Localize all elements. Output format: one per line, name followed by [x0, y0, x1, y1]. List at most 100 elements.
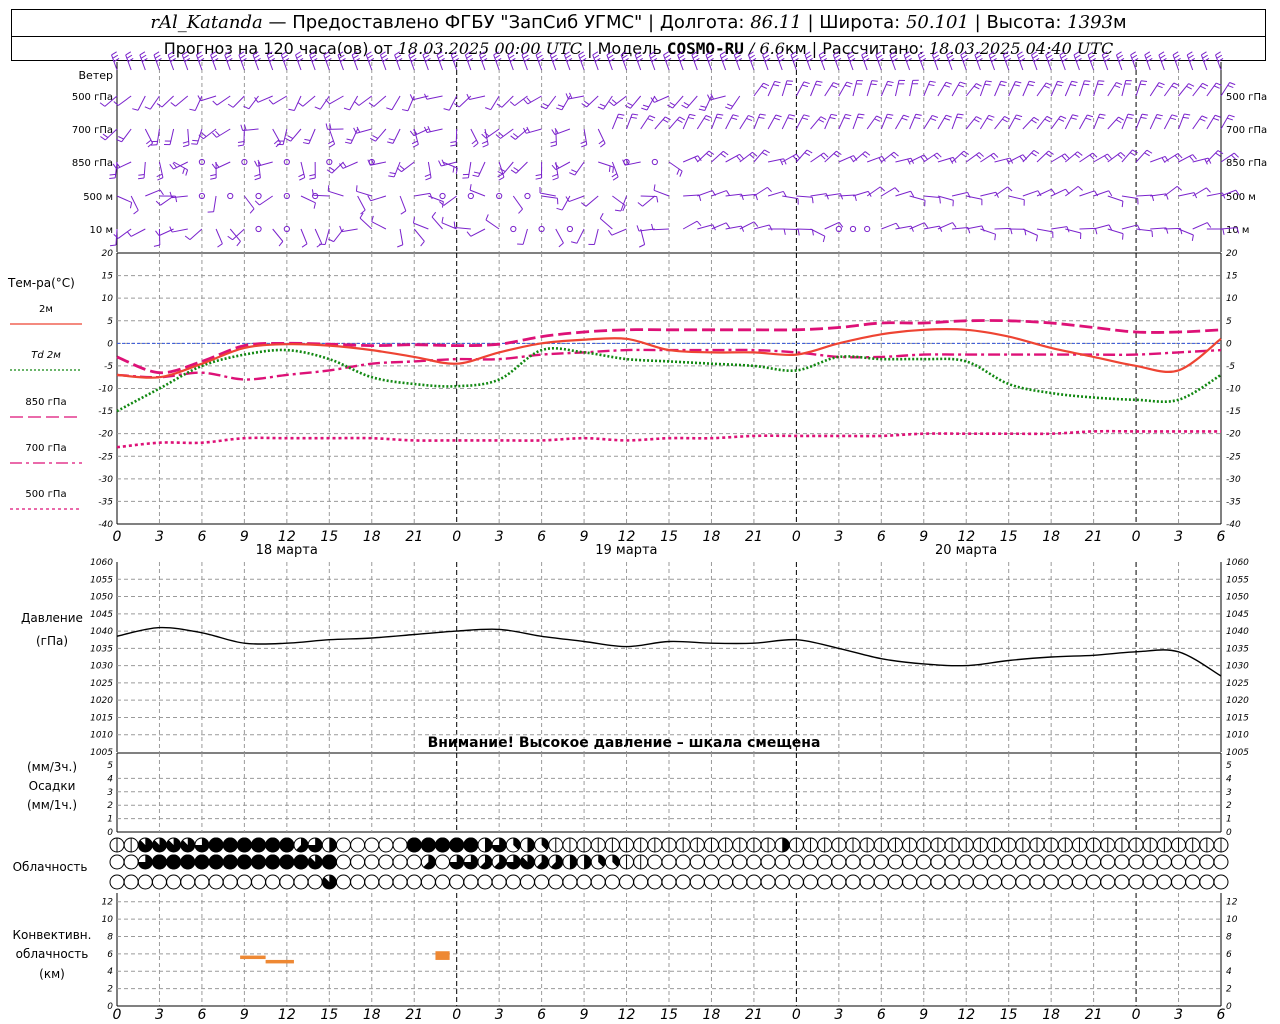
wind-barb-shaft — [1079, 114, 1088, 130]
temp-xtick-label: 3 — [155, 529, 164, 545]
cloud-symbol — [222, 874, 238, 890]
wind-barb-feather — [1156, 85, 1163, 89]
wind-calm-mark — [255, 225, 262, 233]
wind-barb-shaft — [243, 128, 245, 146]
cloud-symbol — [534, 837, 550, 853]
wind-barb-feather — [323, 51, 330, 56]
wind-barb-feather — [436, 51, 443, 56]
temp-ytick-right: -35 — [1226, 497, 1241, 507]
wind-barb-feather — [126, 231, 132, 237]
wind-barb — [1107, 116, 1124, 130]
cloud-symbol-circle — [958, 874, 974, 890]
cloud-symbol — [1001, 874, 1017, 890]
wind-barb-feather — [1213, 117, 1220, 121]
wind-barb-feather — [990, 54, 996, 59]
wind-barb-shaft — [1079, 190, 1095, 197]
temp-ytick-right: -5 — [1226, 362, 1235, 372]
wind-barb — [1149, 113, 1163, 130]
wind-calm-mark — [524, 192, 531, 200]
cloud-symbol — [944, 874, 960, 890]
wind-barb-feather — [608, 101, 615, 107]
wind-barb-feather — [1031, 51, 1037, 56]
cloud-symbol-fill — [251, 837, 267, 853]
wind-barb-shaft — [1192, 115, 1203, 130]
cloud-symbol — [590, 837, 606, 853]
cloud-symbol — [987, 837, 1003, 853]
cloud-symbol — [335, 854, 351, 870]
cloud-symbol — [873, 837, 889, 853]
cloud-symbol-circle — [1156, 854, 1172, 870]
cloud-symbol — [746, 874, 762, 890]
wind-barb-feather — [1176, 186, 1183, 191]
wind-barb-feather — [1188, 83, 1195, 87]
wind-barb-feather — [1114, 84, 1121, 89]
wind-barb — [1121, 79, 1132, 97]
wind-barb-feather — [639, 244, 645, 248]
wind-barb-feather — [450, 140, 457, 144]
wind-barb — [682, 113, 696, 130]
wind-barb-feather — [1171, 85, 1178, 89]
wind-barb-shaft — [187, 128, 190, 145]
wind-barb — [173, 161, 189, 176]
wind-barb-feather — [410, 57, 417, 63]
wind-barb-shaft — [485, 219, 500, 230]
wind-barb — [711, 222, 731, 230]
wind-barb-feather — [886, 84, 893, 87]
cloud-symbol — [831, 874, 847, 890]
bottom-xtick-label: 0 — [452, 1007, 461, 1023]
wind-barb — [620, 51, 629, 71]
cloud-symbol — [803, 837, 819, 853]
wind-barb-feather — [1202, 54, 1208, 59]
wind-calm-mark — [566, 225, 574, 233]
wind-barb-feather — [901, 117, 908, 121]
pressure-ytick-left: 1040 — [90, 627, 113, 637]
wind-barb-feather — [649, 51, 655, 56]
wind-barb — [810, 116, 827, 130]
wind-barb-feather — [876, 115, 883, 119]
cloud-symbol-circle — [576, 874, 592, 890]
wind-barb-feather — [786, 80, 793, 82]
wind-barb-shaft — [1050, 188, 1066, 197]
cloud-symbol — [1029, 837, 1045, 853]
wind-barb-feather — [801, 117, 809, 121]
cloud-symbol-circle — [562, 874, 578, 890]
cloud-symbol — [1171, 854, 1187, 870]
wind-barb-feather — [864, 151, 871, 156]
wind-barb-shaft — [1121, 149, 1133, 163]
wind-barb — [653, 184, 670, 197]
wind-barb-feather — [325, 123, 328, 130]
wind-barb-shaft — [965, 83, 977, 97]
cloud-symbol-circle — [703, 874, 719, 890]
wind-barb — [909, 79, 919, 97]
wind-barb-feather — [910, 190, 915, 197]
wind-barb — [634, 51, 643, 71]
wind-barb — [1016, 51, 1026, 71]
wind-barb-feather — [1005, 57, 1011, 63]
wind-barb-feather — [368, 57, 375, 63]
cloud-symbol-circle — [1199, 854, 1215, 870]
wind-barb — [1178, 154, 1197, 163]
wind-barb-feather — [453, 57, 459, 63]
wind-barb-shaft — [697, 224, 713, 230]
wind-barb — [796, 149, 813, 163]
cloud-symbol — [675, 837, 691, 853]
cloud-symbol — [293, 854, 309, 870]
wind-barb — [838, 113, 852, 130]
cloud-symbol — [463, 874, 479, 890]
wind-barb-shaft — [561, 195, 571, 211]
wind-barb-shaft — [137, 95, 146, 111]
wind-barb-feather — [592, 51, 599, 56]
wind-barb-feather — [1033, 149, 1040, 154]
cloud-symbol-circle — [1156, 874, 1172, 890]
wind-barb — [810, 193, 829, 200]
wind-barb-shaft — [753, 82, 764, 97]
convective-ytick-left: 8 — [107, 932, 113, 942]
wind-barb — [917, 51, 927, 71]
wind-barb-feather — [1033, 116, 1040, 121]
wind-barb-feather — [787, 117, 794, 120]
wind-barb — [607, 228, 627, 236]
wind-barb-feather — [141, 57, 148, 63]
wind-barb-feather — [783, 228, 786, 235]
cloud-symbol-circle — [873, 854, 889, 870]
wind-barb-feather — [1116, 51, 1122, 56]
